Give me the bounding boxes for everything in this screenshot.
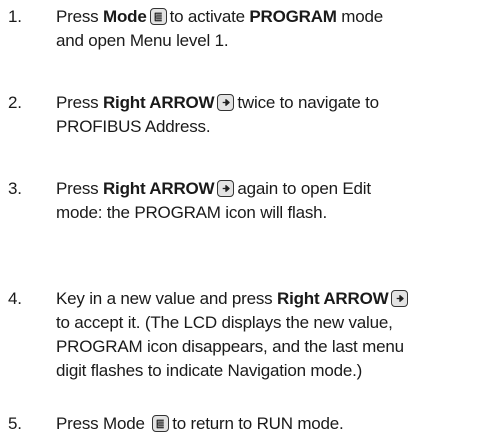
step-text-line: PROFIBUS Address. [56,115,486,139]
instruction-text: digit flashes to indicate Navigation mod… [56,361,363,380]
right-arrow-key-icon [391,290,409,307]
instruction-text: Press [56,179,103,198]
step-text-line: Press Mode to return to RUN mode. [56,412,486,436]
instruction-text: Press [56,93,103,112]
instruction-text: and open Menu level 1. [56,31,229,50]
procedure-steps: 1. Press Mode to activate PROGRAM mode and … [0,0,491,440]
step-text-line: PROGRAM icon disappears, and the last me… [56,335,486,359]
step-number: 3. [8,179,22,198]
step-text-line: to accept it. (The LCD displays the new … [56,311,486,335]
step-text: Press Right ARROW twice to navigate to PRO… [56,91,486,139]
key-term: Right ARROW [102,179,215,198]
key-term: Right ARROW [277,289,389,308]
instruction-text: again to open Edit [237,179,371,198]
step-text-line: digit flashes to indicate Navigation mod… [56,359,486,383]
step-text-line: Press Mode to activate PROGRAM mode [56,5,486,29]
step-text-line: Press Right ARROW twice to navigate to [56,91,486,115]
step-number: 5. [8,414,22,433]
mode-key-icon [149,8,167,25]
instruction-text: Key in a new value and press [56,289,278,308]
step-number: 1. [8,7,22,26]
instruction-text: mode: the PROGRAM icon will flash. [56,203,327,222]
step-text: Key in a new value and press Right ARROW… [56,287,486,383]
instruction-text: to return to RUN mode. [172,414,344,433]
instruction-text: PROFIBUS Address. [56,117,211,136]
right-arrow-key-icon [217,94,235,111]
instruction-text: twice to navigate to [237,93,379,112]
step-number: 4. [8,289,22,308]
instruction-text: mode [336,7,384,26]
step-text: Press Right ARROW again to open Edit mode:… [56,177,486,225]
step-text-line: Press Right ARROW again to open Edit [56,177,486,201]
step-number: 2. [8,93,22,112]
instruction-text: Press [56,7,103,26]
instruction-text: Press Mode [56,414,150,433]
right-arrow-key-icon [217,180,235,197]
step-text-line: and open Menu level 1. [56,29,486,53]
instruction-text: to activate [169,7,250,26]
key-term: Mode [102,7,147,26]
key-term: Right ARROW [102,93,215,112]
step-text-line: Key in a new value and press Right ARROW [56,287,486,311]
step-text: Press Mode to return to RUN mode. [56,412,486,436]
mode-key-icon [152,415,170,432]
key-term: PROGRAM [249,7,337,26]
step-text: Press Mode to activate PROGRAM mode and op… [56,5,486,53]
instruction-text: PROGRAM icon disappears, and the last me… [56,337,404,356]
step-text-line: mode: the PROGRAM icon will flash. [56,201,486,225]
instruction-text: to accept it. (The LCD displays the new … [56,313,393,332]
